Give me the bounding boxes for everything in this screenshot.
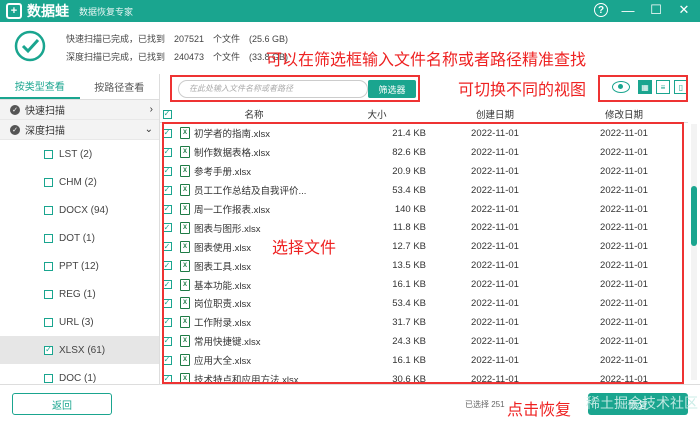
checkbox[interactable]: ✓ [44,345,53,355]
header-size[interactable]: 大小 [328,107,430,121]
chevron-right-icon[interactable]: › [150,104,153,115]
app-brand: 数据蛙 [27,3,69,19]
check-icon[interactable]: ✓ [10,104,20,115]
header-modified[interactable]: 修改日期 [560,107,688,121]
type-item-doc[interactable]: DOC (1) [0,364,159,384]
header-name[interactable]: 名称 [180,107,328,121]
type-item-reg[interactable]: REG (1) [0,280,159,308]
type-item-url[interactable]: URL (3) [0,308,159,336]
annotation-box-files [162,122,684,384]
section-label: 快速扫描 [25,106,65,117]
close-icon[interactable]: ✕ [676,2,692,18]
checkbox[interactable] [44,289,53,299]
checkbox[interactable] [44,205,53,215]
type-item-dot[interactable]: DOT (1) [0,224,159,252]
type-label: DOCX (94) [59,204,109,216]
checkbox[interactable] [44,233,53,243]
type-item-lst[interactable]: LST (2) [0,140,159,168]
checkbox[interactable] [44,261,53,271]
tab-by-path[interactable]: 按路径查看 [80,74,160,99]
app-subtitle: 数据恢复专家 [79,6,134,17]
type-label: PPT (12) [59,260,99,272]
annotation-box-search [170,75,420,102]
type-label: XLSX (61) [59,344,106,356]
checkbox[interactable] [44,177,53,187]
scrollbar-thumb[interactable] [691,186,697,246]
annotation-recover-hint: 点击恢复 [507,400,572,419]
annotation-select-hint: 选择文件 [272,238,337,257]
maximize-icon[interactable]: ☐ [648,2,664,18]
header-created[interactable]: 创建日期 [430,107,560,121]
table-header: ✓ 名称 大小 创建日期 修改日期 [160,106,688,123]
type-label: CHM (2) [59,176,97,188]
deep-scan-status: 深度扫描已完成，已找到 240473 个文件 (33.8 GB) [66,52,289,62]
minimize-icon[interactable]: — [620,2,636,18]
annotation-view-hint: 可切换不同的视图 [458,80,587,99]
tab-by-type[interactable]: 按类型查看 [0,74,80,99]
type-label: URL (3) [59,316,94,328]
bottom-bar: 返回 已选择 251 恢复 稀土掘金技术社区 [0,384,700,426]
section-label: 深度扫描 [25,126,65,137]
scrollbar[interactable] [691,124,697,380]
selection-info: 已选择 251 [465,400,505,409]
annotation-search-hint: 可以在筛选框输入文件名称或者路径精准查找 [266,50,587,69]
type-item-ppt[interactable]: PPT (12) [0,252,159,280]
title-bar: + 数据蛙 数据恢复专家 ? — ☐ ✕ [0,0,700,22]
type-label: REG (1) [59,288,96,300]
type-item-chm[interactable]: CHM (2) [0,168,159,196]
type-label: LST (2) [59,148,93,160]
type-item-docx[interactable]: DOCX (94) [0,196,159,224]
view-mode-tabs: 按类型查看 按路径查看 [0,74,159,100]
help-icon[interactable]: ? [594,3,608,17]
section-deep-scan[interactable]: ✓ 深度扫描 ⌄ [0,120,159,140]
annotation-box-view [598,75,688,102]
app-logo-icon: + [6,3,22,19]
chevron-down-icon[interactable]: ⌄ [145,124,153,135]
type-label: DOT (1) [59,232,95,244]
checkbox[interactable] [44,317,53,327]
section-quick-scan[interactable]: ✓ 快速扫描 › [0,100,159,120]
quick-scan-status: 快速扫描已完成，已找到 207521 个文件 (25.6 GB) [66,34,289,44]
checkbox[interactable] [44,149,53,159]
sidebar: 按类型查看 按路径查看 ✓ 快速扫描 › ✓ 深度扫描 ⌄ LST (2) CH… [0,74,160,384]
back-button[interactable]: 返回 [12,393,112,415]
check-icon[interactable]: ✓ [10,124,20,135]
type-label: DOC (1) [59,372,97,384]
type-item-xlsx[interactable]: ✓ XLSX (61) [0,336,159,364]
watermark: 稀土掘金技术社区 [586,396,698,412]
checkbox[interactable] [44,373,53,383]
select-all-checkbox[interactable]: ✓ [162,109,172,119]
scan-complete-icon [14,30,46,62]
